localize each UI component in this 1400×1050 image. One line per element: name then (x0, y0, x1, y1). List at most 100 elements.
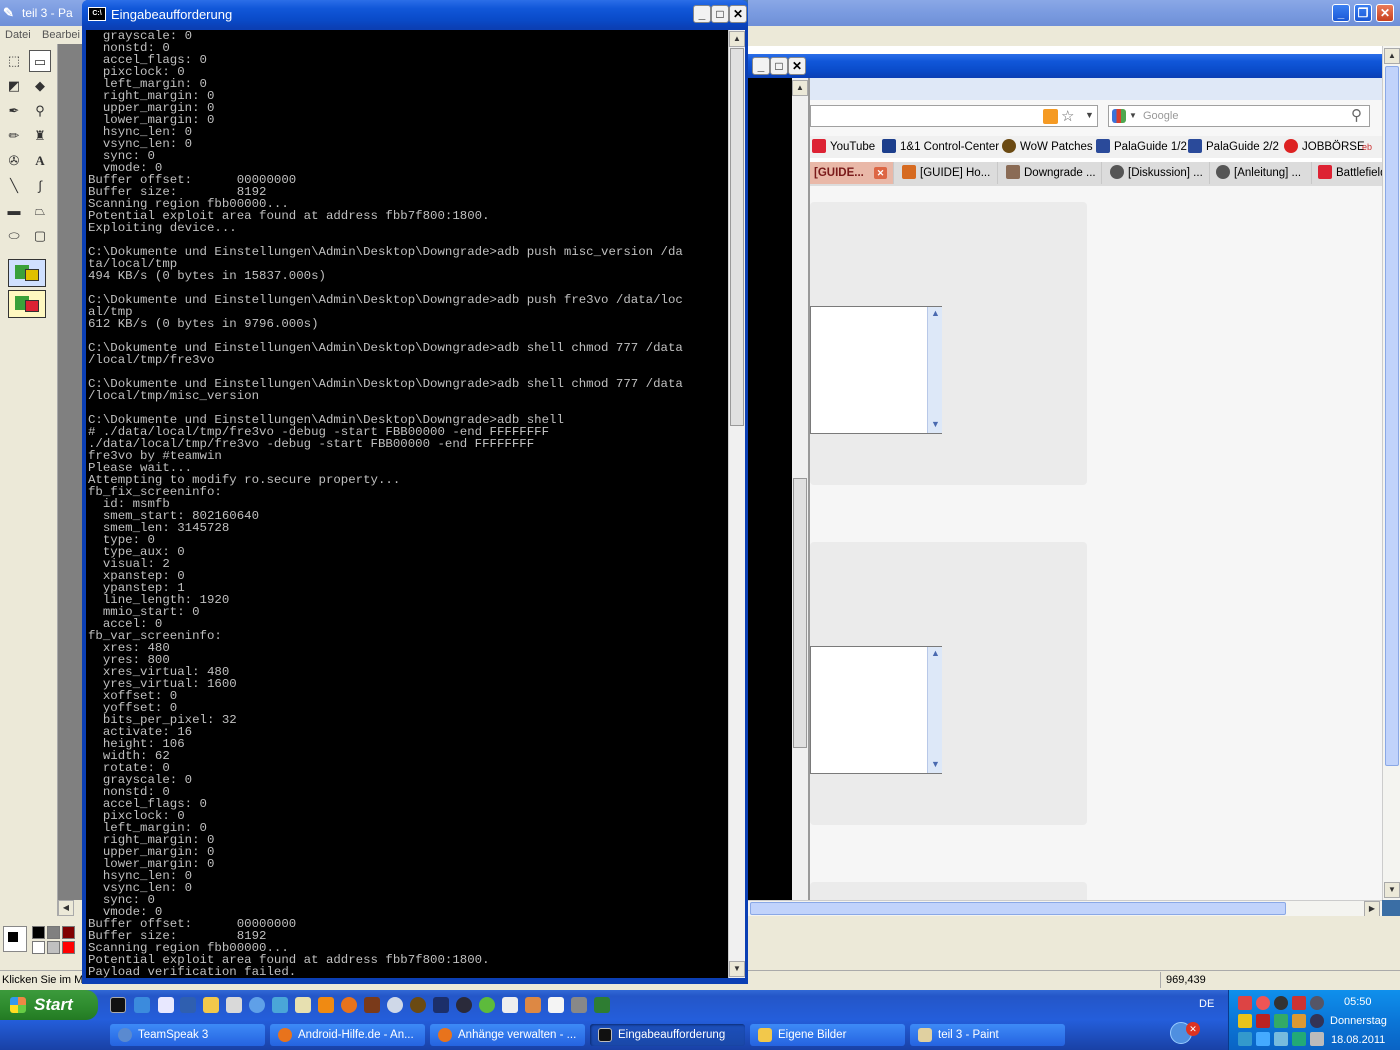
console-output[interactable]: grayscale: 0 nonstd: 0 accel_flags: 0 pi… (86, 30, 728, 978)
dropdown-icon[interactable]: ▼ (1085, 110, 1094, 120)
star-icon[interactable]: ☆ (1061, 107, 1074, 125)
text-area-1[interactable]: ▲ ▼ (810, 306, 942, 434)
paint-title-bar[interactable]: ✎ teil 3 - Pa (0, 0, 90, 26)
airbrush-icon[interactable]: ✇ (3, 150, 25, 172)
address-bar[interactable]: ☆ ▼ (810, 105, 1098, 127)
tray-icon-13[interactable] (1274, 1032, 1288, 1046)
rect-select-icon[interactable]: ▭ (29, 50, 51, 72)
transparency-option-opaque[interactable] (8, 259, 46, 287)
swatch-red[interactable] (62, 941, 75, 954)
network-quicklaunch-icon[interactable] (226, 997, 242, 1013)
steam-quicklaunch-icon[interactable] (456, 997, 472, 1013)
tab-anleitung[interactable]: [Anleitung] ... (1212, 162, 1312, 184)
tray-icon-6[interactable] (1238, 1014, 1252, 1028)
brush-icon[interactable]: ♜ (29, 125, 51, 147)
swatch-darkred[interactable] (62, 926, 75, 939)
bookmark-wow-patches[interactable]: WoW Patches (1002, 136, 1093, 158)
color-picker-icon[interactable]: ✒ (3, 100, 25, 122)
pencil-icon[interactable]: ✏ (3, 125, 25, 147)
tray-icon-12[interactable] (1256, 1032, 1270, 1046)
menu-bearbeiten[interactable]: Bearbei (42, 29, 80, 41)
search-engine-dropdown-icon[interactable]: ▼ (1129, 111, 1137, 120)
paint-hscroll-thumb[interactable] (750, 902, 1286, 915)
rss-icon[interactable] (1043, 109, 1058, 124)
tray-icon-10[interactable] (1310, 1014, 1324, 1028)
language-indicator[interactable]: DE (1199, 998, 1214, 1010)
mail-quicklaunch-icon[interactable] (295, 997, 311, 1013)
scroll-down-icon[interactable]: ▼ (931, 759, 940, 769)
m-quicklaunch-icon[interactable] (433, 997, 449, 1013)
tray-icon-3[interactable] (1274, 996, 1288, 1010)
bookmark-control-center[interactable]: 1&1 Control-Center (882, 136, 999, 158)
bookmark-palaguide-2[interactable]: PalaGuide 2/2 (1188, 136, 1279, 158)
search-input[interactable]: Google (1143, 110, 1178, 122)
textarea-2-scrollbar[interactable]: ▲ ▼ (927, 647, 942, 773)
textarea-1-scrollbar[interactable]: ▲ ▼ (927, 307, 942, 433)
tab-guide-active[interactable]: [GUIDE... ✕ (810, 162, 894, 184)
scroll-up-icon[interactable]: ▲ (931, 308, 940, 318)
scroll-right-icon[interactable]: ▶ (1364, 901, 1380, 917)
console-title-bar[interactable]: C:\ Eingabeaufforderung _ □ ✕ (82, 0, 748, 28)
swatch-white[interactable] (32, 941, 45, 954)
tool-quicklaunch-icon[interactable] (158, 997, 174, 1013)
scroll-up-icon[interactable]: ▲ (931, 648, 940, 658)
tool2-quicklaunch-icon[interactable] (525, 997, 541, 1013)
taskbar-item-console[interactable]: Eingabeaufforderung (590, 1024, 745, 1046)
taskbar-item-paint[interactable]: teil 3 - Paint (910, 1024, 1065, 1046)
paint-vscroll-thumb[interactable] (1385, 66, 1399, 766)
taskbar-item-eigene-bilder[interactable]: Eigene Bilder (750, 1024, 905, 1046)
tray-icon-14[interactable] (1292, 1032, 1306, 1046)
line-icon[interactable]: ╲ (3, 175, 25, 197)
bookmark-youtube[interactable]: YouTube (812, 136, 875, 158)
scroll-down-icon[interactable]: ▼ (1384, 882, 1400, 898)
save-quicklaunch-icon[interactable] (180, 997, 196, 1013)
start-button[interactable]: Start (0, 990, 98, 1020)
tray-icon-9[interactable] (1292, 1014, 1306, 1028)
tab-close-icon[interactable]: ✕ (874, 167, 887, 179)
clock-time[interactable]: 05:50 (1344, 996, 1372, 1008)
minimize-icon[interactable]: _ (1332, 4, 1350, 22)
icq-quicklaunch-icon[interactable] (479, 997, 495, 1013)
console-window[interactable]: C:\ Eingabeaufforderung _ □ ✕ grayscale:… (82, 0, 748, 984)
phone-quicklaunch-icon[interactable] (571, 997, 587, 1013)
wow-quicklaunch-icon[interactable] (410, 997, 426, 1013)
transparency-option-transparent[interactable] (8, 290, 46, 318)
magnifier-icon[interactable]: ⚲ (29, 100, 51, 122)
paint-vscroll[interactable]: ▲ ▼ (1382, 46, 1400, 900)
maximize-icon[interactable]: □ (711, 5, 729, 23)
cmd-quicklaunch-icon[interactable] (110, 997, 126, 1013)
tab-downgrade[interactable]: Downgrade ... (1002, 162, 1102, 184)
console-scroll-thumb[interactable] (730, 48, 744, 426)
tab-diskussion[interactable]: [Diskussion] ... (1106, 162, 1210, 184)
scroll-down-icon[interactable]: ▼ (729, 961, 745, 977)
close-icon[interactable]: ✕ (729, 5, 747, 23)
doc-quicklaunch-icon[interactable] (502, 997, 518, 1013)
console-vscroll[interactable]: ▲ ▼ (728, 30, 745, 978)
tray-icon-2[interactable] (1256, 996, 1270, 1010)
search-icon[interactable]: ⚲ (1351, 106, 1362, 124)
alert-badge-icon[interactable]: ✕ (1186, 1022, 1200, 1036)
swatch-darkgrey[interactable] (47, 926, 60, 939)
firefox-quicklaunch-icon[interactable] (341, 997, 357, 1013)
ie2-quicklaunch-icon[interactable] (249, 997, 265, 1013)
ie-quicklaunch-icon[interactable] (134, 997, 150, 1013)
menu-datei[interactable]: Datei (5, 29, 31, 41)
ebay-icon[interactable]: eb (1362, 136, 1372, 158)
folder-quicklaunch-icon[interactable] (203, 997, 219, 1013)
text-area-2[interactable]: ▲ ▼ (810, 646, 942, 774)
bookmark-palaguide-1[interactable]: PalaGuide 1/2 (1096, 136, 1187, 158)
free-select-icon[interactable]: ⬚ (3, 50, 25, 72)
search-box[interactable]: ▼ Google ⚲ (1108, 105, 1370, 127)
scroll-up-icon[interactable]: ▲ (1384, 48, 1400, 64)
text-icon[interactable]: A (29, 150, 51, 172)
scroll-left-icon[interactable]: ◀ (58, 900, 74, 916)
moon-quicklaunch-icon[interactable] (387, 997, 403, 1013)
tray-icon-1[interactable] (1238, 996, 1252, 1010)
tray-icon-7[interactable] (1256, 1014, 1270, 1028)
excel-quicklaunch-icon[interactable] (594, 997, 610, 1013)
tray-icon-11[interactable] (1238, 1032, 1252, 1046)
scroll-up-icon[interactable]: ▲ (729, 31, 745, 47)
tray-icon-15[interactable] (1310, 1032, 1324, 1046)
eraser-icon[interactable]: ◩ (3, 75, 25, 97)
rounded-rect-icon[interactable]: ▢ (29, 225, 51, 247)
